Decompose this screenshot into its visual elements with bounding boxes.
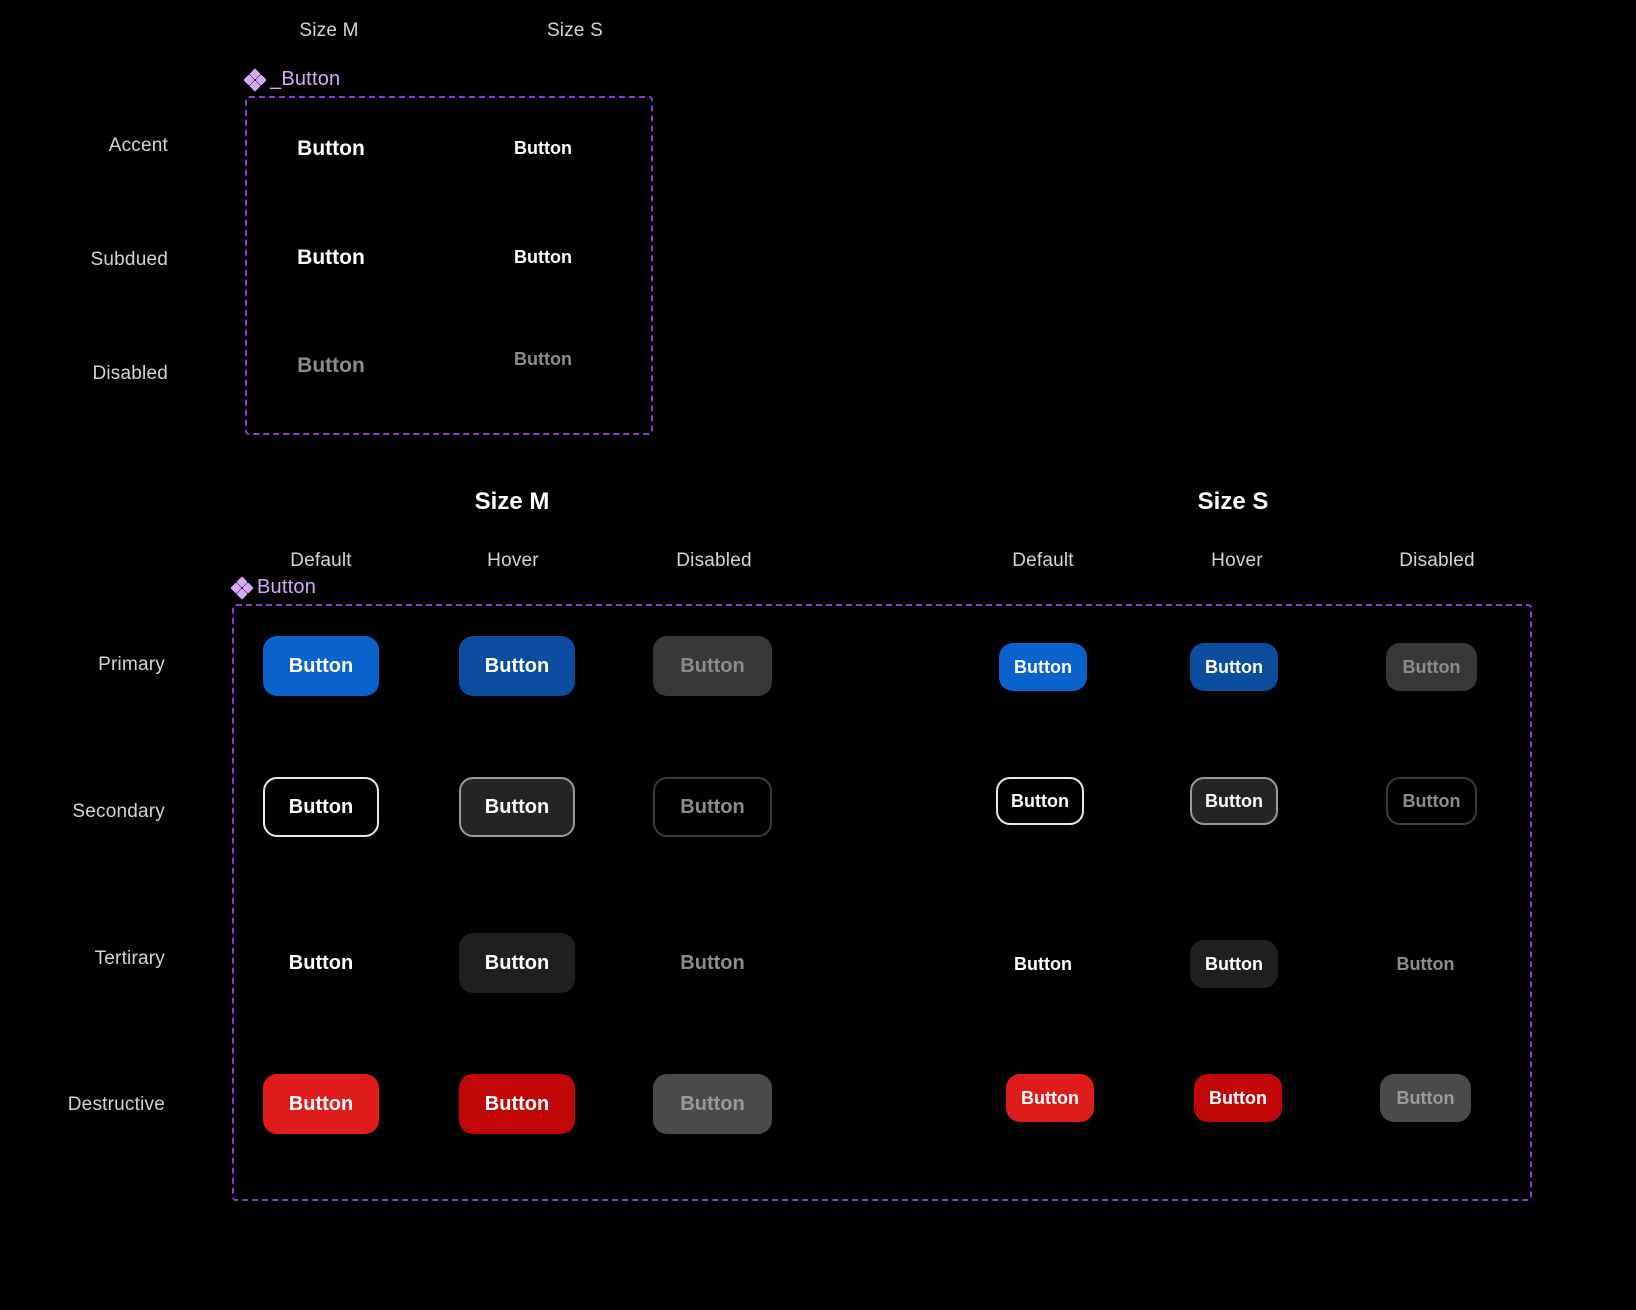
top-button-disabled-size-m[interactable]: Button bbox=[252, 354, 410, 378]
button-primary-s-hover[interactable]: Button bbox=[1190, 643, 1278, 691]
top-row-label-subdued: Subdued bbox=[90, 249, 168, 270]
design-canvas: Size M Size S _Button Accent Subdued Dis… bbox=[0, 0, 1636, 1310]
bottom-row-label-secondary: Secondary bbox=[72, 801, 165, 822]
button-destructive-s-default[interactable]: Button bbox=[1006, 1074, 1094, 1122]
button-secondary-m-hover[interactable]: Button bbox=[459, 777, 575, 837]
button-tertiary-s-default[interactable]: Button bbox=[999, 940, 1087, 988]
button-destructive-s-hover[interactable]: Button bbox=[1194, 1074, 1282, 1122]
button-primary-m-hover[interactable]: Button bbox=[459, 636, 575, 696]
button-secondary-s-disabled[interactable]: Button bbox=[1386, 777, 1477, 825]
bottom-component-frame bbox=[232, 604, 1532, 1201]
button-destructive-s-disabled[interactable]: Button bbox=[1380, 1074, 1471, 1122]
bottom-state-header-m-default: Default bbox=[290, 550, 352, 571]
bottom-row-label-primary: Primary bbox=[98, 654, 165, 675]
button-tertiary-s-disabled[interactable]: Button bbox=[1380, 940, 1471, 988]
figma-component-diamond-icon bbox=[230, 575, 254, 600]
bottom-state-header-m-hover: Hover bbox=[487, 550, 539, 571]
button-tertiary-m-hover[interactable]: Button bbox=[459, 933, 575, 993]
bottom-row-label-destructive: Destructive bbox=[67, 1094, 165, 1115]
button-tertiary-m-disabled[interactable]: Button bbox=[653, 933, 772, 993]
top-button-subdued-size-s[interactable]: Button bbox=[464, 247, 622, 268]
bottom-state-header-m-disabled: Disabled bbox=[676, 550, 752, 571]
bottom-component-badge[interactable]: Button bbox=[230, 575, 317, 600]
top-component-name: _Button bbox=[270, 68, 341, 90]
top-button-subdued-size-m[interactable]: Button bbox=[252, 246, 410, 270]
button-secondary-s-hover[interactable]: Button bbox=[1190, 777, 1278, 825]
top-button-accent-size-s[interactable]: Button bbox=[464, 138, 622, 159]
button-tertiary-s-hover[interactable]: Button bbox=[1190, 940, 1278, 988]
top-size-header-m: Size M bbox=[299, 20, 359, 41]
button-secondary-m-default[interactable]: Button bbox=[263, 777, 379, 837]
top-component-badge[interactable]: _Button bbox=[243, 67, 341, 92]
button-destructive-m-disabled[interactable]: Button bbox=[653, 1074, 772, 1134]
button-primary-m-disabled[interactable]: Button bbox=[653, 636, 772, 696]
bottom-state-header-s-disabled: Disabled bbox=[1399, 550, 1475, 571]
top-row-label-accent: Accent bbox=[108, 135, 168, 156]
bottom-row-label-tertiary: Tertirary bbox=[94, 948, 165, 969]
button-primary-s-disabled[interactable]: Button bbox=[1386, 643, 1477, 691]
top-button-disabled-size-s[interactable]: Button bbox=[464, 349, 622, 370]
button-secondary-m-disabled[interactable]: Button bbox=[653, 777, 772, 837]
figma-component-diamond-icon bbox=[243, 67, 267, 92]
button-primary-s-default[interactable]: Button bbox=[999, 643, 1087, 691]
button-destructive-m-default[interactable]: Button bbox=[263, 1074, 379, 1134]
bottom-state-header-s-default: Default bbox=[1012, 550, 1074, 571]
button-secondary-s-default[interactable]: Button bbox=[996, 777, 1084, 825]
bottom-size-title-m: Size M bbox=[474, 488, 550, 515]
bottom-size-title-s: Size S bbox=[1197, 488, 1269, 515]
bottom-component-name: Button bbox=[257, 576, 317, 598]
top-size-header-s: Size S bbox=[546, 20, 604, 41]
button-destructive-m-hover[interactable]: Button bbox=[459, 1074, 575, 1134]
bottom-state-header-s-hover: Hover bbox=[1211, 550, 1263, 571]
button-primary-m-default[interactable]: Button bbox=[263, 636, 379, 696]
top-row-label-disabled: Disabled bbox=[92, 363, 168, 384]
button-tertiary-m-default[interactable]: Button bbox=[263, 933, 379, 993]
top-button-accent-size-m[interactable]: Button bbox=[252, 137, 410, 161]
